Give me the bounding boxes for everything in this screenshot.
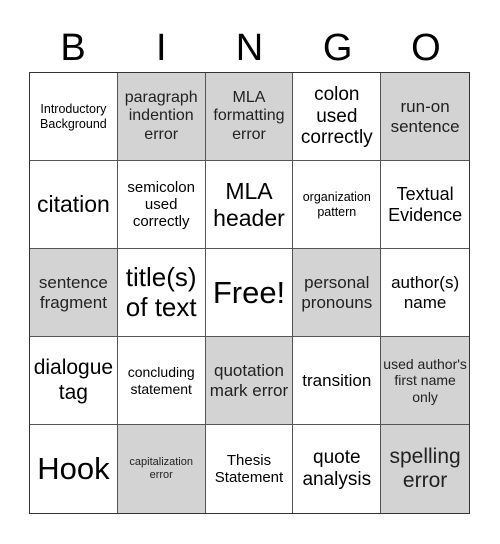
bingo-cell[interactable]: Textual Evidence xyxy=(381,161,469,249)
bingo-cell[interactable]: quote analysis xyxy=(293,425,382,513)
bingo-cell[interactable]: MLA formatting error xyxy=(205,73,294,161)
bingo-cell[interactable]: Introductory Background xyxy=(30,73,118,161)
bingo-cell[interactable]: organization pattern xyxy=(293,161,382,249)
bingo-cell[interactable]: title(s) of text xyxy=(117,249,206,337)
bingo-cell[interactable]: MLA header xyxy=(205,161,294,249)
bingo-cell[interactable]: quotation mark error xyxy=(205,337,294,425)
bingo-cell[interactable]: author(s) name xyxy=(381,249,469,337)
bingo-header: B I N G O xyxy=(29,24,470,72)
bingo-cell[interactable]: citation xyxy=(30,161,118,249)
bingo-cell[interactable]: sentence fragment xyxy=(30,249,118,337)
bingo-card-grid: Introductory Background paragraph indenti… xyxy=(29,72,470,514)
header-letter-o: O xyxy=(411,27,441,69)
bingo-cell[interactable]: spelling error xyxy=(381,425,469,513)
header-letter-i: I xyxy=(156,27,167,69)
bingo-cell[interactable]: run-on sentence xyxy=(381,73,469,161)
bingo-cell[interactable]: Free! xyxy=(205,249,294,337)
bingo-cell[interactable]: Hook xyxy=(30,425,118,513)
bingo-cell[interactable]: personal pronouns xyxy=(293,249,382,337)
bingo-cell[interactable]: concluding statement xyxy=(117,337,206,425)
bingo-cell[interactable]: semicolon used correctly xyxy=(117,161,206,249)
header-letter-b: B xyxy=(60,27,86,69)
bingo-cell[interactable]: Thesis Statement xyxy=(206,425,294,513)
bingo-cell[interactable]: capitalization error xyxy=(117,425,206,513)
header-letter-n: N xyxy=(235,27,264,69)
bingo-cell[interactable]: dialogue tag xyxy=(30,337,118,425)
bingo-cell[interactable]: used author's first name only xyxy=(381,337,469,425)
bingo-cell[interactable]: colon used correctly xyxy=(293,73,382,161)
header-letter-g: G xyxy=(322,27,353,69)
bingo-cell[interactable]: transition xyxy=(293,337,382,425)
bingo-cell[interactable]: paragraph indention error xyxy=(117,73,206,161)
